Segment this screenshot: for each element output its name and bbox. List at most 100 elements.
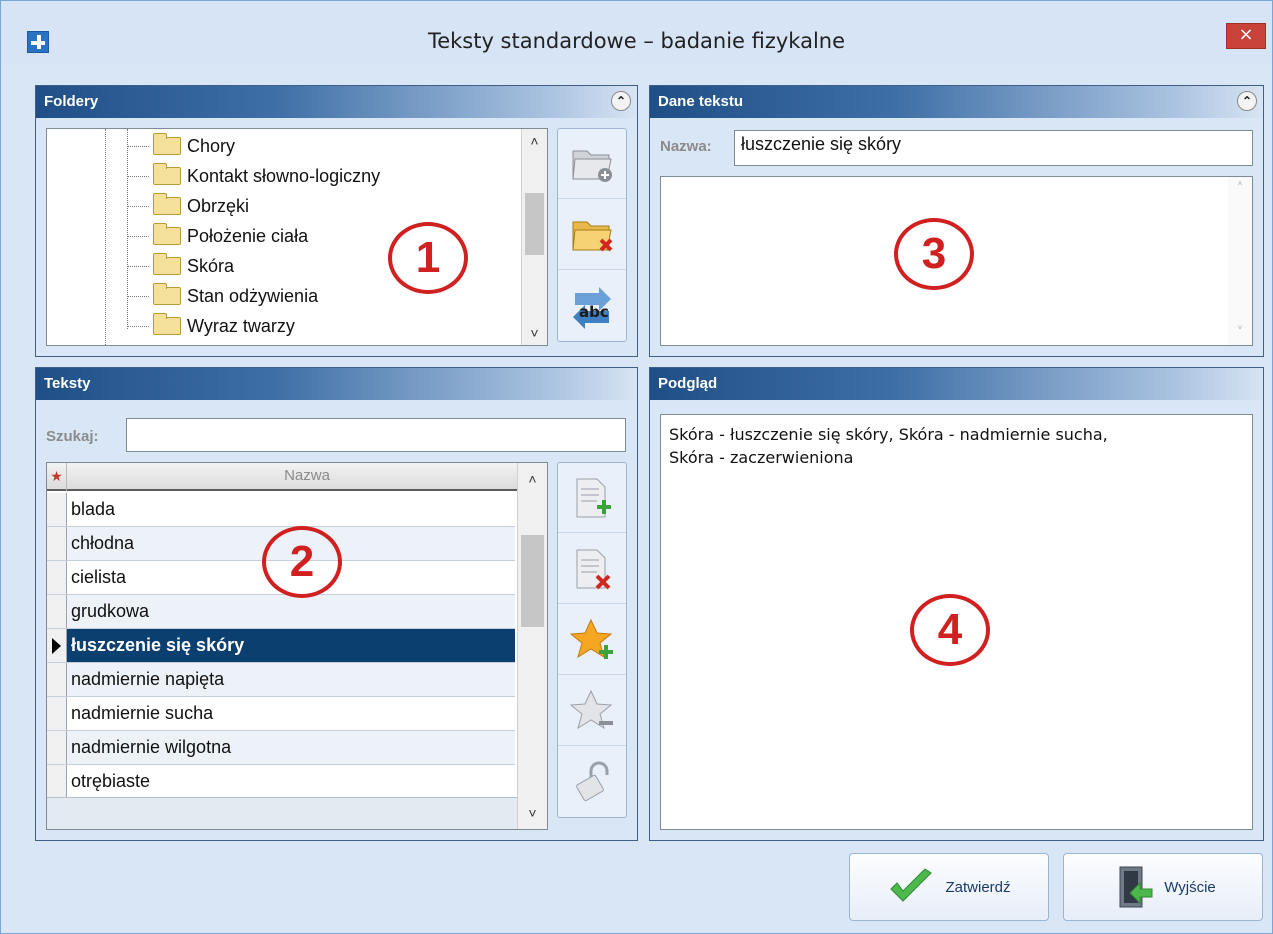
add-folder-button[interactable]	[558, 129, 626, 199]
preview-panel-title: Podgląd	[658, 375, 718, 392]
table-cell: nadmiernie sucha	[71, 703, 214, 723]
collapse-text-data-button[interactable]: ⌃	[1237, 91, 1257, 111]
add-favorite-icon	[569, 618, 613, 659]
scroll-down-icon[interactable]: ˅	[518, 801, 547, 825]
scroll-thumb[interactable]	[521, 535, 544, 627]
delete-text-button[interactable]	[558, 534, 626, 604]
confirm-button[interactable]: Zatwierdź	[849, 853, 1049, 921]
text-data-panel-title: Dane tekstu	[658, 93, 744, 110]
folder-icon	[153, 163, 181, 185]
exit-door-icon	[1119, 866, 1153, 908]
annotation-marker-3: 3	[894, 218, 974, 290]
add-favorite-button[interactable]	[558, 605, 626, 675]
folder-label: Skóra	[187, 255, 235, 276]
svg-text:abc: abc	[579, 303, 609, 321]
collapse-folders-button[interactable]: ⌃	[611, 91, 631, 111]
folder-tree-scrollbar[interactable]: ˄ ˅	[521, 129, 547, 345]
close-button[interactable]: ×	[1226, 23, 1266, 49]
table-cell: łuszczenie się skóry	[71, 635, 245, 655]
table-row[interactable]: nadmiernie sucha	[47, 697, 515, 731]
search-input[interactable]	[126, 418, 626, 452]
folders-panel: Foldery ⌃ Chory Kontakt słowno-logiczny …	[35, 85, 638, 357]
text-data-panel-header: Dane tekstu ⌃	[650, 86, 1263, 118]
row-indicator	[47, 765, 67, 798]
window-title: Teksty standardowe – badanie fizykalne	[427, 29, 846, 53]
folder-item-chory[interactable]: Chory	[127, 131, 235, 161]
row-indicator	[47, 561, 67, 594]
grid-column-name[interactable]: Nazwa	[67, 463, 547, 491]
texts-panel-header: Teksty	[36, 368, 637, 400]
table-cell: blada	[71, 499, 116, 519]
grid-footer	[47, 797, 517, 829]
table-row[interactable]: grudkowa	[47, 595, 515, 629]
scroll-down-icon[interactable]: ˅	[522, 321, 547, 345]
table-cell: cielista	[71, 567, 127, 587]
preview-panel: Podgląd Skóra - łuszczenie się skóry, Sk…	[649, 367, 1264, 841]
folder-tree: Chory Kontakt słowno-logiczny Obrzęki Po…	[46, 128, 548, 346]
folder-label: Położenie ciała	[187, 225, 309, 246]
folder-item-skora[interactable]: Skóra	[127, 251, 234, 281]
delete-folder-icon	[572, 221, 613, 251]
scroll-down-icon[interactable]: ˅	[1228, 321, 1252, 345]
texts-panel-title: Teksty	[44, 375, 91, 392]
folder-icon	[153, 283, 181, 305]
table-row[interactable]: nadmiernie wilgotna	[47, 731, 515, 765]
folder-label: Kontakt słowno-logiczny	[187, 165, 381, 186]
text-data-panel: Dane tekstu ⌃ Nazwa: łuszczenie się skór…	[649, 85, 1264, 357]
folder-icon	[153, 223, 181, 245]
row-pointer-icon	[47, 629, 67, 662]
row-indicator	[47, 663, 67, 696]
table-cell: nadmiernie napięta	[71, 669, 225, 689]
scroll-up-icon[interactable]: ˄	[518, 467, 547, 491]
folder-tools: abc	[557, 128, 627, 342]
folder-item-stan[interactable]: Stan odżywienia	[127, 281, 318, 311]
folders-panel-header: Foldery ⌃	[36, 86, 637, 118]
add-text-button[interactable]	[558, 463, 626, 533]
folders-panel-title: Foldery	[44, 93, 99, 110]
remove-favorite-icon	[569, 689, 613, 729]
text-tools	[557, 462, 627, 818]
texts-panel: Teksty Szukaj: ★ Nazwa blada chłodna cie…	[35, 367, 638, 841]
folder-label: Stan odżywienia	[187, 285, 319, 306]
folder-item-wyraz[interactable]: Wyraz twarzy	[127, 311, 295, 341]
annotation-marker-1: 1	[388, 222, 468, 294]
title-bar: Teksty standardowe – badanie fizykalne ×	[1, 1, 1272, 63]
folder-icon	[153, 253, 181, 275]
table-row-selected[interactable]: łuszczenie się skóry	[47, 629, 515, 663]
tree-guide-line	[105, 129, 106, 345]
table-cell: nadmiernie wilgotna	[71, 737, 232, 757]
add-text-icon	[576, 478, 611, 517]
name-field[interactable]: łuszczenie się skóry	[734, 130, 1253, 166]
folder-item-polozenie[interactable]: Położenie ciała	[127, 221, 308, 251]
scroll-up-icon[interactable]: ˄	[1228, 177, 1252, 201]
folder-label: Wyraz twarzy	[187, 315, 295, 336]
annotation-marker-4: 4	[910, 594, 990, 666]
unlock-button[interactable]	[558, 747, 626, 817]
remove-favorite-button[interactable]	[558, 676, 626, 746]
search-label: Szukaj:	[46, 428, 99, 445]
table-row[interactable]: blada	[47, 493, 515, 527]
rename-abc-icon: abc	[573, 287, 611, 329]
preview-text: Skóra - łuszczenie się skóry, Skóra - na…	[669, 423, 1244, 469]
row-indicator	[47, 493, 67, 526]
dialog-window: Teksty standardowe – badanie fizykalne ×…	[0, 0, 1273, 934]
row-indicator	[47, 697, 67, 730]
table-cell: grudkowa	[71, 601, 150, 621]
table-row[interactable]: otrębiaste	[47, 765, 515, 799]
table-row[interactable]: nadmiernie napięta	[47, 663, 515, 697]
texts-grid-scrollbar[interactable]: ˄ ˅	[517, 463, 547, 829]
unlock-icon	[576, 761, 609, 802]
folder-item-kontakt[interactable]: Kontakt słowno-logiczny	[127, 161, 380, 191]
exit-button[interactable]: Wyjście	[1063, 853, 1263, 921]
scroll-thumb[interactable]	[525, 193, 544, 255]
folder-label: Obrzęki	[187, 195, 250, 216]
delete-folder-button[interactable]	[558, 200, 626, 270]
row-indicator	[47, 595, 67, 628]
text-content-scrollbar[interactable]: ˄ ˅	[1228, 177, 1252, 345]
favorite-star-icon: ★	[47, 463, 67, 491]
folder-label: Chory	[187, 135, 236, 156]
folder-item-obrzeki[interactable]: Obrzęki	[127, 191, 249, 221]
table-cell: chłodna	[71, 533, 135, 553]
scroll-up-icon[interactable]: ˄	[522, 129, 547, 153]
rename-button[interactable]: abc	[558, 271, 626, 341]
